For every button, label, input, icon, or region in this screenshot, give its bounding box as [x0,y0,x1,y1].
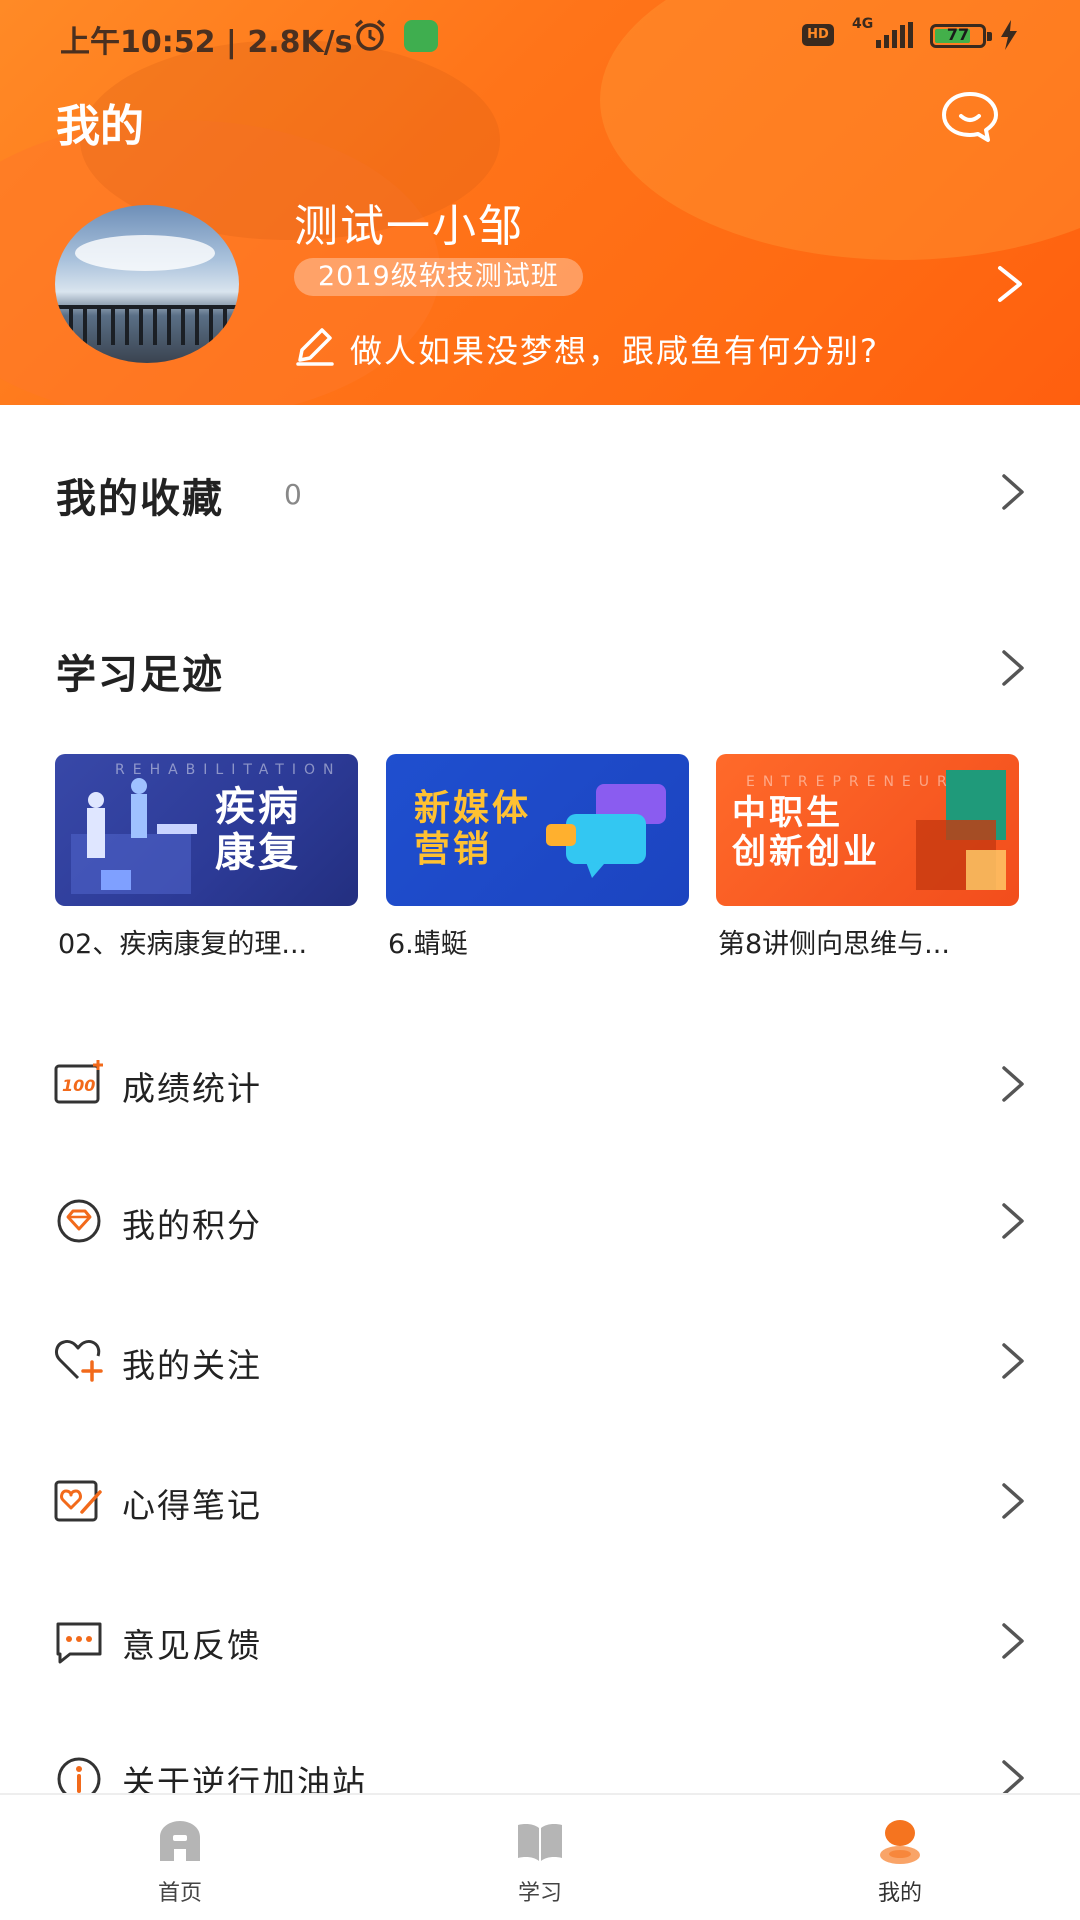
svg-text:100: 100 [62,1076,95,1095]
tab-study[interactable]: 学习 [440,1795,640,1920]
footprint-caption-1[interactable]: 02、疾病康复的理... [58,922,358,961]
footprint-caption-2[interactable]: 6.蜻蜓 [388,922,688,961]
avatar[interactable] [55,205,239,363]
tab-home[interactable]: 首页 [80,1795,280,1920]
status-bar: 上午10:52 | 2.8K/s HD 4G 77 [0,0,1080,72]
message-icon[interactable] [940,88,1000,144]
footprint-card-2[interactable]: 新媒体 营销 [386,754,689,906]
notes-heart-icon [54,1480,102,1522]
chevron-right-icon [1002,474,1024,510]
profile-chevron-right-icon[interactable] [996,264,1024,304]
hd-badge: HD [802,24,834,46]
footprint-title: 学习足迹 [56,652,224,698]
menu-label: 我的关注 [122,1346,262,1385]
chevron-right-icon [1002,650,1024,686]
home-icon [160,1821,200,1861]
follow-heart-icon [55,1340,103,1382]
book-icon [518,1824,562,1861]
points-diamond-icon [57,1199,101,1243]
charging-icon [1001,20,1017,50]
profile-icon [880,1820,920,1864]
card-cover-title: 疾病 康复 [215,784,301,876]
chevron-right-icon [1002,1343,1024,1379]
profile-header: 上午10:52 | 2.8K/s HD 4G 77 我的 测试一小邹 2019级… [0,0,1080,405]
footprint-card-3[interactable]: ENTREPRENEUR 中职生 创新创业 [716,754,1019,906]
score-100-icon: 100 [54,1060,103,1104]
chevron-right-icon [1002,1203,1024,1239]
chevron-right-icon [1002,1760,1024,1796]
feedback-chat-icon [56,1622,102,1664]
edit-pencil-icon[interactable] [294,326,336,366]
page-title: 我的 [56,101,144,152]
menu-label: 成绩统计 [122,1069,262,1108]
footprint-caption-3[interactable]: 第8讲侧向思维与... [718,922,1018,961]
favorites-title: 我的收藏 [56,476,224,522]
user-name: 测试一小邹 [294,201,524,252]
alarm-icon [354,19,386,51]
favorites-count: 0 [284,478,302,511]
menu-label: 心得笔记 [122,1486,262,1525]
bottom-tab-bar: 首页 学习 我的 [0,1793,1080,1920]
tab-label: 我的 [877,1881,922,1906]
footprint-card-1[interactable]: REHABILITATION 疾病 康复 [55,754,358,906]
signal-icon [876,22,913,48]
menu-label: 我的积分 [122,1206,262,1245]
chevron-right-icon [1002,1066,1024,1102]
class-badge: 2019级软技测试班 [294,258,583,296]
status-time-speed: 上午10:52 | 2.8K/s [60,25,353,60]
battery-level: 77 [946,25,970,44]
app-notification-icon [404,20,438,52]
chevron-right-icon [1002,1623,1024,1659]
tab-label: 学习 [517,1881,562,1906]
chevron-right-icon [1002,1483,1024,1519]
medical-illustration-icon [71,778,197,894]
card-cover-title: 新媒体 营销 [414,788,532,871]
tab-label: 首页 [157,1881,202,1906]
user-motto[interactable]: 做人如果没梦想，跟咸鱼有何分别? [350,326,879,372]
tab-mine[interactable]: 我的 [800,1795,1000,1920]
menu-label: 意见反馈 [122,1626,262,1665]
chat-bubbles-illustration-icon [546,784,666,878]
battery-icon: 77 [930,24,992,48]
city-illustration-icon [916,770,1006,890]
card-cover-title: 中职生 创新创业 [732,793,880,873]
